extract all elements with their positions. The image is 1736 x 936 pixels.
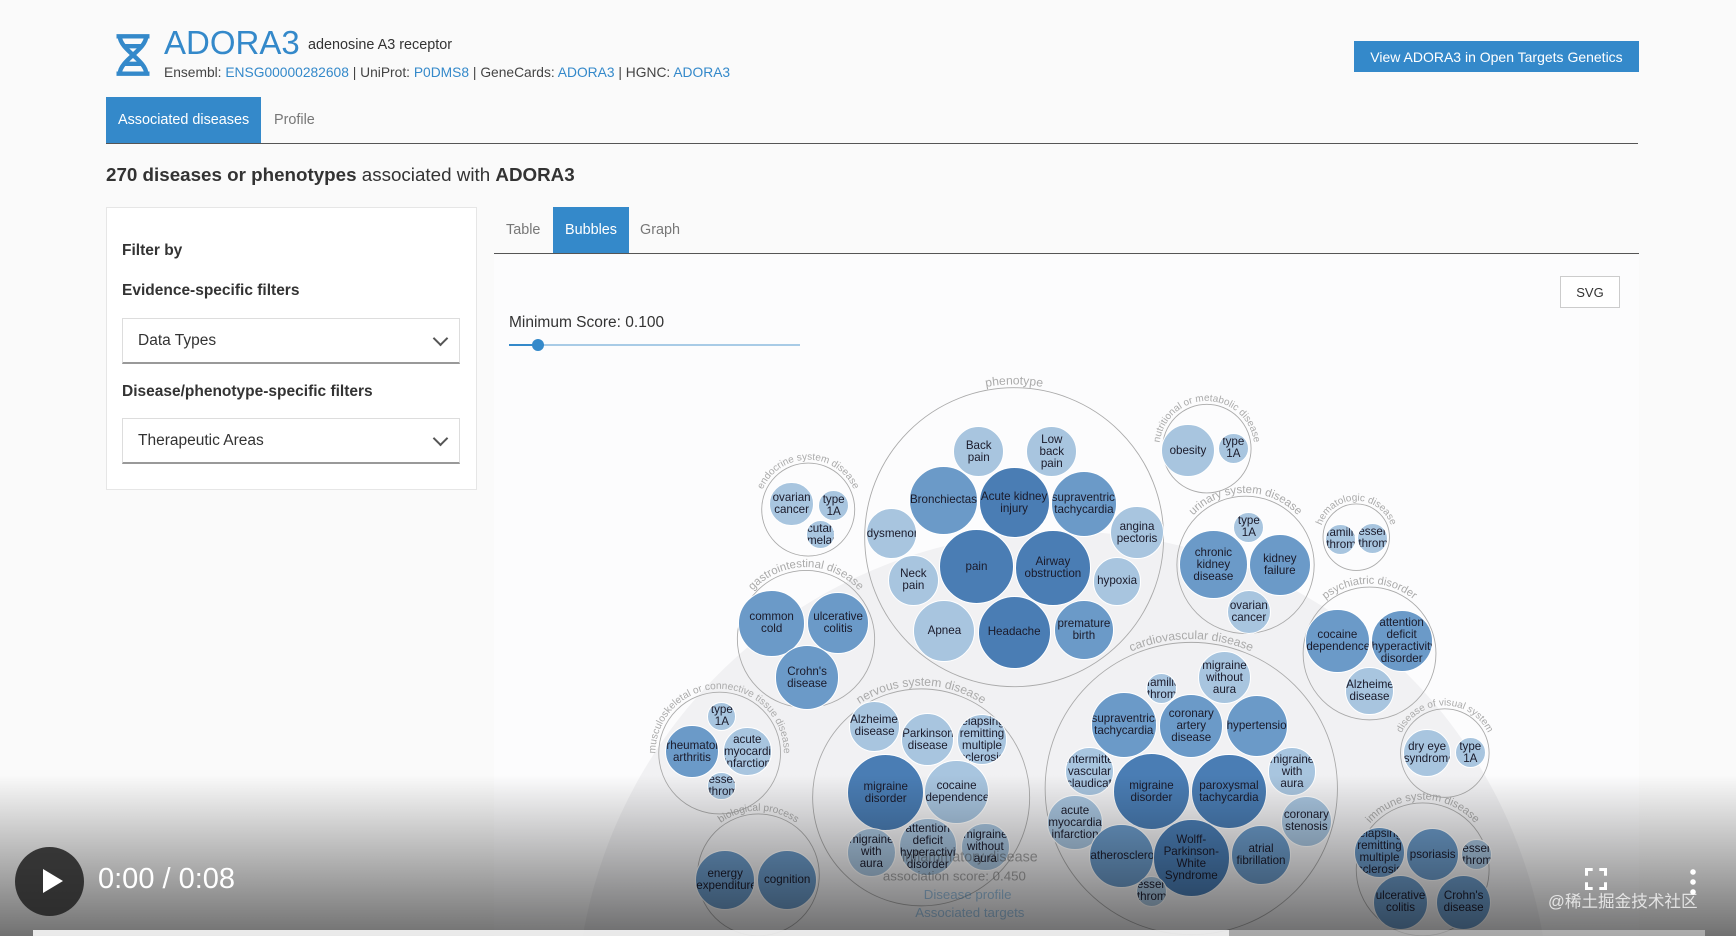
more-options-icon[interactable] [1690, 867, 1696, 896]
watermark: @稀土掘金技术社区 [1548, 892, 1698, 911]
video-time: 0:00 / 0:08 [98, 863, 236, 895]
play-button[interactable] [15, 847, 84, 916]
video-overlay [0, 775, 1736, 936]
video-progress-bar[interactable] [33, 930, 1705, 936]
